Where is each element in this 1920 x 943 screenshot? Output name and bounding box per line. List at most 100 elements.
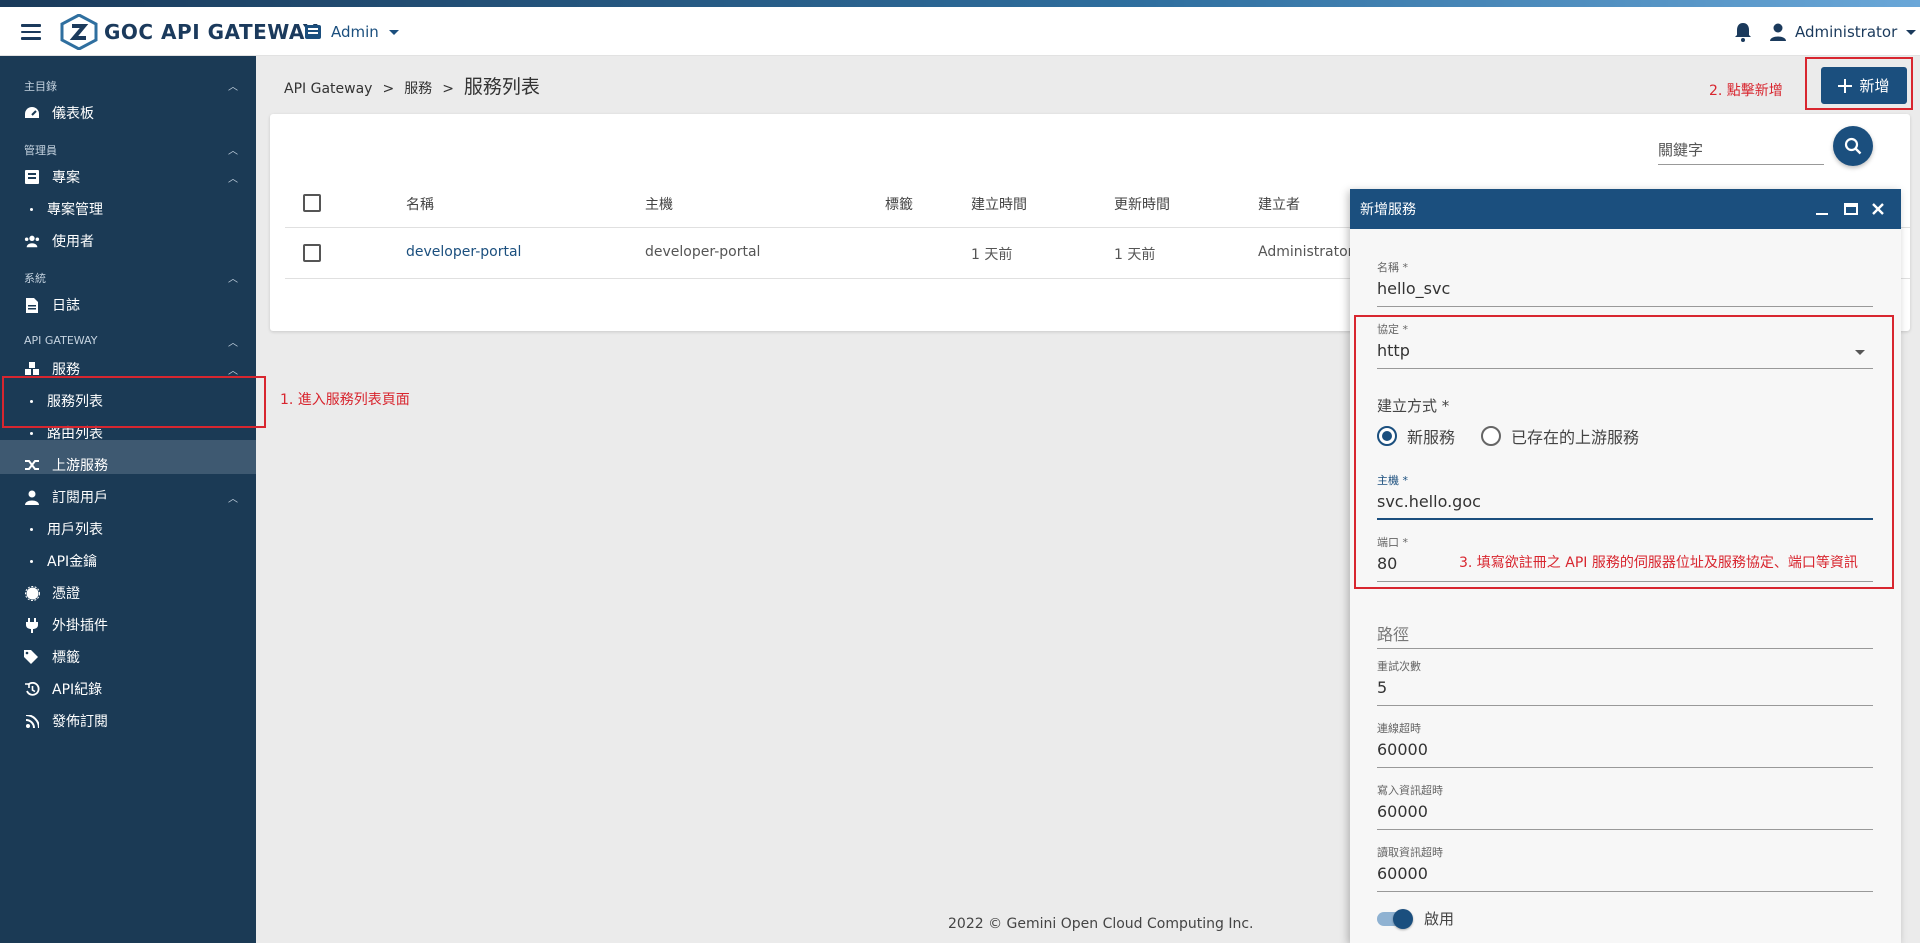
admin-menu[interactable]: Admin [305, 19, 399, 45]
sidebar-item-user-list[interactable]: 用戶列表 [30, 516, 244, 542]
minimize-icon[interactable] [1814, 201, 1830, 217]
table-cell-name-link[interactable]: developer-portal [406, 244, 521, 260]
connect-timeout-label: 連線超時 [1377, 722, 1421, 735]
dialog-title: 新增服務 [1360, 202, 1416, 218]
add-service-button[interactable]: 新增 [1821, 67, 1907, 104]
brand-title: GOC API GATEWAY [104, 20, 318, 44]
list-icon [24, 169, 40, 185]
menu-icon[interactable] [21, 24, 41, 40]
write-timeout-label: 寫入資訊超時 [1377, 784, 1443, 797]
retries-label: 重試次數 [1377, 660, 1421, 673]
breadcrumb-services[interactable]: 服務 [404, 78, 432, 98]
tags-icon [24, 649, 40, 665]
search-icon [1844, 137, 1862, 155]
section-system: 系統 ︿ [24, 272, 238, 285]
annotation-box-step1 [2, 376, 266, 428]
bell-icon[interactable] [1734, 22, 1752, 42]
bullet-icon [30, 431, 33, 435]
column-header-creator[interactable]: 建立者 [1258, 194, 1300, 214]
sidebar-item-label: 專案管理 [47, 202, 103, 218]
bullet-icon [30, 559, 33, 563]
enabled-label: 啟用 [1424, 910, 1455, 928]
sidebar-item-pubsub[interactable]: 發佈訂閱 [24, 708, 238, 734]
plug-icon [24, 617, 40, 633]
sidebar-item-certs[interactable]: 憑證 [24, 580, 238, 606]
rss-icon [24, 713, 40, 729]
read-timeout-input[interactable]: 60000 [1377, 864, 1873, 892]
sidebar-item-api-keys[interactable]: API金鑰 [30, 548, 244, 574]
bullet-icon [30, 527, 33, 531]
sidebar-item-label: 憑證 [52, 586, 80, 602]
section-admin: 管理員 ︿ [24, 144, 238, 157]
write-timeout-input[interactable]: 60000 [1377, 802, 1873, 830]
dashboard-icon [24, 105, 40, 121]
keyword-search-input[interactable]: 關鍵字 [1658, 133, 1824, 165]
read-timeout-field[interactable]: 讀取資訊超時 60000 [1377, 844, 1873, 892]
add-button-label: 新增 [1859, 77, 1890, 95]
sidebar-item-tags[interactable]: 標籤 [24, 644, 238, 670]
document-icon [24, 297, 40, 313]
chevron-down-icon [1906, 29, 1917, 35]
column-header-name[interactable]: 名稱 [406, 194, 434, 214]
certificate-icon [24, 585, 40, 601]
plus-icon [1838, 78, 1853, 93]
name-input[interactable]: hello_svc [1377, 279, 1873, 307]
select-all-checkbox[interactable] [303, 194, 321, 212]
sidebar-item-dashboard[interactable]: 儀表板 [24, 100, 238, 126]
list-icon [305, 25, 321, 39]
chevron-up-icon[interactable]: ︿ [228, 170, 238, 185]
user-name: Administrator [1795, 23, 1898, 41]
sidebar-item-plugins[interactable]: 外掛插件 [24, 612, 238, 638]
column-header-host[interactable]: 主機 [645, 194, 673, 214]
breadcrumb-separator: > [382, 81, 395, 97]
sidebar-item-label: 發佈訂閱 [52, 714, 108, 730]
chevron-down-icon [388, 29, 399, 35]
sidebar-item-label: 儀表板 [52, 106, 94, 122]
breadcrumb-root[interactable]: API Gateway [284, 81, 372, 97]
name-field[interactable]: 名稱 * hello_svc [1377, 259, 1873, 307]
search-button[interactable] [1833, 126, 1873, 166]
read-timeout-label: 讀取資訊超時 [1377, 846, 1443, 859]
breadcrumb-separator: > [442, 81, 454, 97]
app-header: GOC API GATEWAY Admin Administrator [0, 7, 1920, 56]
sidebar: 主目錄 ︿ 儀表板 管理員 ︿ 專案 ︿ 專案管理 使用者 系統 ︿ 日誌 API G… [0, 56, 256, 943]
chevron-up-icon[interactable]: ︿ [228, 362, 238, 377]
sidebar-item-logs[interactable]: 日誌 [24, 292, 238, 318]
sidebar-item-subscribers[interactable]: 訂閱用戶 ︿ [24, 484, 238, 510]
sidebar-item-api-records[interactable]: API紀錄 [24, 676, 238, 702]
sidebar-item-label: 標籤 [52, 650, 80, 666]
retries-field[interactable]: 重試次數 5 [1377, 658, 1873, 706]
user-menu[interactable]: Administrator [1770, 20, 1917, 44]
chevron-up-icon: ︿ [228, 338, 238, 349]
enabled-toggle[interactable] [1377, 909, 1413, 929]
annotation-step1: 1. 進入服務列表頁面 [280, 392, 410, 408]
path-input[interactable]: 路徑 [1377, 621, 1873, 649]
sidebar-item-label: 用戶列表 [47, 522, 103, 538]
sidebar-item-projects[interactable]: 專案 ︿ [24, 164, 238, 190]
section-main: 主目錄 ︿ [24, 80, 238, 93]
sidebar-item-label: 外掛插件 [52, 618, 108, 634]
column-header-updated[interactable]: 更新時間 [1114, 194, 1170, 214]
table-cell-creator: Administrator [1258, 244, 1354, 260]
connect-timeout-field[interactable]: 連線超時 60000 [1377, 720, 1873, 768]
table-cell-updated: 1 天前 [1114, 247, 1156, 263]
write-timeout-field[interactable]: 寫入資訊超時 60000 [1377, 782, 1873, 830]
sidebar-item-label: 訂閱用戶 [52, 490, 108, 506]
footer-copyright: 2022 © Gemini Open Cloud Computing Inc. [948, 916, 1254, 932]
connect-timeout-input[interactable]: 60000 [1377, 740, 1873, 768]
top-accent-bar [0, 0, 1920, 7]
path-field[interactable]: 路徑 [1377, 617, 1873, 649]
retries-input[interactable]: 5 [1377, 678, 1873, 706]
chevron-up-icon[interactable]: ︿ [228, 490, 238, 505]
close-icon[interactable] [1870, 201, 1886, 217]
row-checkbox[interactable] [303, 244, 321, 262]
admin-menu-label: Admin [331, 23, 379, 41]
sidebar-item-upstream[interactable]: 上游服務 [24, 452, 238, 478]
annotation-step3: 3. 填寫欲註冊之 API 服務的伺服器位址及服務協定、端口等資訊 [1459, 555, 1858, 571]
goc-logo-icon [60, 14, 98, 50]
maximize-icon[interactable] [1843, 201, 1859, 217]
column-header-created[interactable]: 建立時間 [971, 194, 1027, 214]
section-gateway: API GATEWAY ︿ [24, 334, 238, 349]
sidebar-item-users[interactable]: 使用者 [24, 228, 238, 254]
sidebar-item-project-manage[interactable]: 專案管理 [30, 196, 244, 222]
